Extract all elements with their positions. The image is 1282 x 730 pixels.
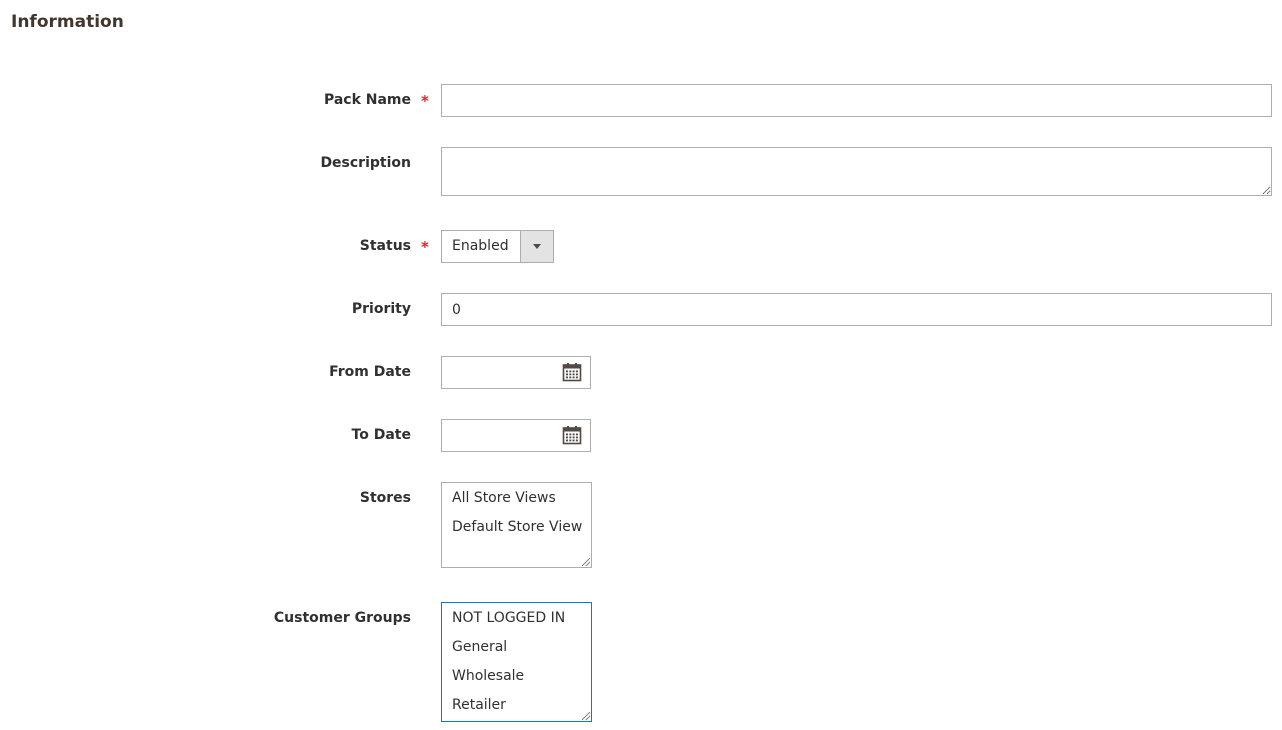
calendar-icon[interactable] [562, 425, 582, 445]
status-required-mark: * [421, 238, 429, 256]
priority-label: Priority [351, 301, 411, 317]
calendar-icon[interactable] [562, 362, 582, 382]
description-textarea[interactable] [441, 147, 1272, 196]
pack-name-label: Pack Name [323, 92, 411, 108]
customer-group-option[interactable]: General [442, 633, 591, 662]
status-dropdown-button[interactable] [520, 231, 553, 262]
from-date-field [441, 356, 591, 389]
customer-groups-label: Customer Groups [273, 610, 411, 626]
status-select[interactable]: Enabled [441, 230, 554, 263]
stores-multiselect[interactable]: All Store Views Default Store View [441, 482, 592, 568]
to-date-label: To Date [351, 427, 411, 443]
pack-name-required-mark: * [421, 92, 429, 110]
customer-groups-multiselect[interactable]: NOT LOGGED IN General Wholesale Retailer [441, 602, 592, 722]
pack-name-input[interactable] [441, 84, 1272, 117]
chevron-down-icon [533, 244, 541, 249]
resize-handle[interactable] [582, 712, 590, 720]
section-title: Information [11, 12, 124, 32]
customer-group-option[interactable]: Retailer [442, 691, 591, 720]
priority-input[interactable] [441, 293, 1272, 326]
store-option[interactable]: Default Store View [442, 513, 591, 542]
customer-group-option[interactable]: NOT LOGGED IN [442, 604, 591, 633]
status-label: Status [359, 238, 411, 254]
description-label: Description [320, 155, 411, 171]
customer-group-option[interactable]: Wholesale [442, 662, 591, 691]
to-date-field [441, 419, 591, 452]
resize-handle[interactable] [582, 558, 590, 566]
store-option[interactable]: All Store Views [442, 484, 591, 513]
stores-label: Stores [359, 490, 411, 506]
information-form-page: Information Pack Name * Description Stat… [0, 0, 1282, 730]
from-date-label: From Date [329, 364, 411, 380]
status-selected-value: Enabled [452, 238, 509, 254]
